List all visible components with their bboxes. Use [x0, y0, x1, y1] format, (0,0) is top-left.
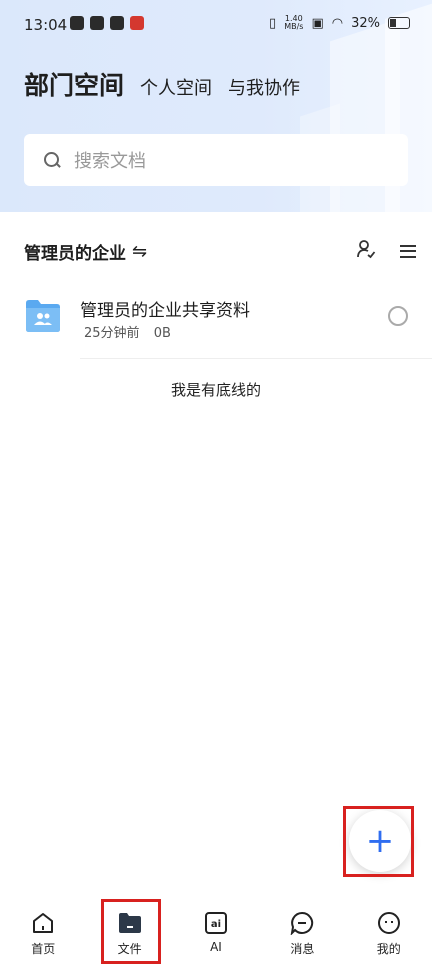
home-icon — [30, 910, 56, 936]
search-icon — [44, 152, 60, 168]
crown-icon — [70, 16, 84, 30]
tab-personal-space[interactable]: 个人空间 — [140, 74, 212, 100]
app-icon — [110, 16, 124, 30]
space-tabs: 部门空间 个人空间 与我协作 — [24, 66, 300, 102]
tab-collaboration[interactable]: 与我协作 — [228, 74, 300, 100]
profile-icon — [376, 910, 402, 936]
section-actions — [356, 239, 416, 263]
wifi-icon: ◠ — [331, 15, 344, 31]
shared-folder-icon — [24, 297, 62, 333]
nav-label: 消息 — [290, 942, 315, 956]
section-header: 管理员的企业 ⇋ — [24, 236, 416, 266]
swap-icon[interactable]: ⇋ — [132, 241, 147, 262]
file-meta: 25分钟前 0B — [84, 322, 181, 341]
file-name: 管理员的企业共享资料 — [80, 301, 250, 321]
battery-icon — [388, 17, 410, 29]
search-placeholder: 搜索文档 — [74, 151, 146, 172]
search-bar[interactable]: 搜索文档 — [24, 134, 408, 186]
divider — [80, 358, 432, 359]
svg-text:ai: ai — [211, 919, 221, 930]
notification-icons — [70, 16, 144, 30]
bottom-nav: 首页 文件 ai AI 消息 我的 — [0, 900, 432, 964]
ai-icon: ai — [203, 910, 229, 936]
nav-home[interactable]: 首页 — [0, 900, 86, 964]
nav-label: 首页 — [31, 942, 56, 956]
battery-text: 32% — [351, 15, 380, 31]
nav-ai[interactable]: ai AI — [173, 900, 259, 964]
file-time: 25分钟前 — [84, 326, 140, 341]
menu-icon[interactable] — [400, 244, 416, 258]
highlight-box — [343, 806, 414, 877]
net-speed-unit: MB/s — [284, 22, 304, 31]
nav-label: AI — [210, 940, 222, 954]
app-icon — [130, 16, 144, 30]
nav-profile[interactable]: 我的 — [346, 900, 432, 964]
select-radio[interactable] — [388, 306, 408, 326]
tab-department-space[interactable]: 部门空间 — [24, 66, 124, 102]
status-time: 13:04 — [24, 16, 68, 34]
net-speed: 1.40 MB/s — [284, 15, 303, 31]
message-icon — [289, 910, 315, 936]
file-item[interactable]: 管理员的企业共享资料 25分钟前 0B — [0, 286, 432, 352]
sim-icon: ▣ — [311, 15, 324, 31]
status-bar: 13:04 ▯ 1.40 MB/s ▣ ◠ 32% — [0, 0, 432, 52]
vibrate-icon: ▯ — [269, 15, 277, 31]
nav-label: 我的 — [376, 942, 401, 956]
file-size: 0B — [153, 326, 171, 341]
end-of-list-text: 我是有底线的 — [170, 381, 261, 399]
member-icon[interactable] — [356, 239, 376, 263]
highlight-box — [101, 899, 161, 964]
app-icon — [90, 16, 104, 30]
company-switch[interactable]: 管理员的企业 — [24, 239, 126, 264]
nav-messages[interactable]: 消息 — [259, 900, 345, 964]
status-right: ▯ 1.40 MB/s ▣ ◠ 32% — [269, 15, 410, 31]
